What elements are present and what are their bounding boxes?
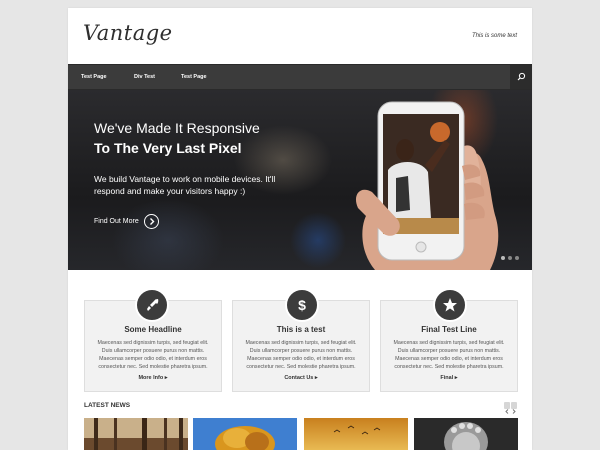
rocket-icon <box>147 299 159 311</box>
feature-text-line: consectetur nec. Sed molestie pharetra i… <box>98 364 208 370</box>
sunset-birds-image <box>304 418 408 450</box>
feature-title: This is a test <box>276 325 326 334</box>
hero-title-line1: We've Made It Responsive <box>94 120 260 136</box>
feature-icon-1 <box>135 288 169 322</box>
site-header: Vantage This is some text <box>68 8 532 64</box>
news-thumbnail-2[interactable] <box>193 418 297 450</box>
feature-text-line: Duis ullamcorper posuere purus non matti… <box>397 348 501 354</box>
feature-text: Maecenas sed dignissim turpis, sed feugi… <box>93 339 213 371</box>
news-thumbnail-1[interactable] <box>84 418 188 450</box>
dollar-icon: $ <box>298 297 306 313</box>
slider-dot-1[interactable] <box>501 256 505 260</box>
hero-text-line1: We build Vantage to work on mobile devic… <box>94 174 276 184</box>
feature-text-line: Maecenas sed dignissim turpis, sed feugi… <box>245 340 357 346</box>
autumn-tree-image <box>193 418 297 450</box>
slider-dot-3[interactable] <box>515 256 519 260</box>
feature-link-contact-us[interactable]: Contact Us ▸ <box>233 375 369 381</box>
feature-link-label[interactable]: Contact Us <box>284 375 313 381</box>
chevron-right-icon <box>150 218 155 225</box>
feature-link-label[interactable]: More Info <box>138 375 163 381</box>
feature-icon-3 <box>433 288 467 322</box>
chevron-right-icon <box>512 409 516 414</box>
search-icon <box>517 72 526 81</box>
hero-cta-button[interactable] <box>144 214 159 229</box>
feature-text-line: consectetur nec. Sed molestie pharetra i… <box>246 364 356 370</box>
nav-search-button[interactable] <box>510 65 532 89</box>
feature-link-more-info[interactable]: More Info ▸ <box>85 375 221 381</box>
nav-item-div-test[interactable]: Div Test <box>134 65 155 89</box>
feature-icon-2: $ <box>285 288 319 322</box>
feature-text-line: Maecenas sed dignissim turpis, sed feugi… <box>393 340 505 346</box>
svg-text:$: $ <box>298 297 306 313</box>
hero-slider[interactable]: We've Made It Responsive To The Very Las… <box>68 90 532 270</box>
slider-dot-2[interactable] <box>508 256 512 260</box>
news-next-button[interactable] <box>511 402 517 414</box>
feature-link-label[interactable]: Final <box>440 375 453 381</box>
feature-text-line: Maecenas semper odio odio, et interdum e… <box>395 356 503 362</box>
news-thumbnail-4[interactable] <box>414 418 518 450</box>
star-icon <box>443 298 457 312</box>
chevron-left-icon <box>505 409 509 414</box>
feature-text-line: Duis ullamcorper posuere purus non matti… <box>249 348 353 354</box>
feature-text-line: Maecenas semper odio odio, et interdum e… <box>247 356 355 362</box>
feature-text-line: Maecenas sed dignissim turpis, sed feugi… <box>97 340 209 346</box>
news-prev-button[interactable] <box>504 402 510 414</box>
caret-right-icon: ▸ <box>164 375 168 381</box>
nav-item-test-page[interactable]: Test Page <box>81 65 107 89</box>
site-tagline: This is some text <box>471 33 517 39</box>
hero-title-line2: To The Very Last Pixel <box>94 140 242 156</box>
feature-text: Maecenas sed dignissim turpis, sed feugi… <box>389 339 509 371</box>
feature-text: Maecenas sed dignissim turpis, sed feugi… <box>241 339 361 371</box>
latest-news-heading: LATEST NEWS <box>84 402 131 409</box>
feature-title: Some Headline <box>124 325 182 334</box>
news-thumbnail-3[interactable] <box>304 418 408 450</box>
feature-title: Final Test Line <box>421 325 477 334</box>
hero-cta-link[interactable]: Find Out More <box>94 214 139 230</box>
nav-item-test-page-2[interactable]: Test Page <box>181 65 207 89</box>
phone-hand-illustration <box>355 101 499 270</box>
caret-right-icon: ▸ <box>454 375 458 381</box>
forest-image <box>84 418 188 450</box>
portrait-image <box>414 418 518 450</box>
site-page: Vantage This is some text Test Page Div … <box>68 8 532 450</box>
feature-link-final[interactable]: Final ▸ <box>381 375 517 381</box>
hero-text-line2: respond and make your visitors happy :) <box>94 186 246 196</box>
main-nav: Test Page Div Test Test Page <box>68 64 532 90</box>
caret-right-icon: ▸ <box>314 375 318 381</box>
feature-text-line: Maecenas semper odio odio, et interdum e… <box>99 356 207 362</box>
site-logo[interactable]: Vantage <box>83 21 173 45</box>
feature-text-line: consectetur nec. Sed molestie pharetra i… <box>394 364 504 370</box>
feature-text-line: Duis ullamcorper posuere purus non matti… <box>101 348 205 354</box>
